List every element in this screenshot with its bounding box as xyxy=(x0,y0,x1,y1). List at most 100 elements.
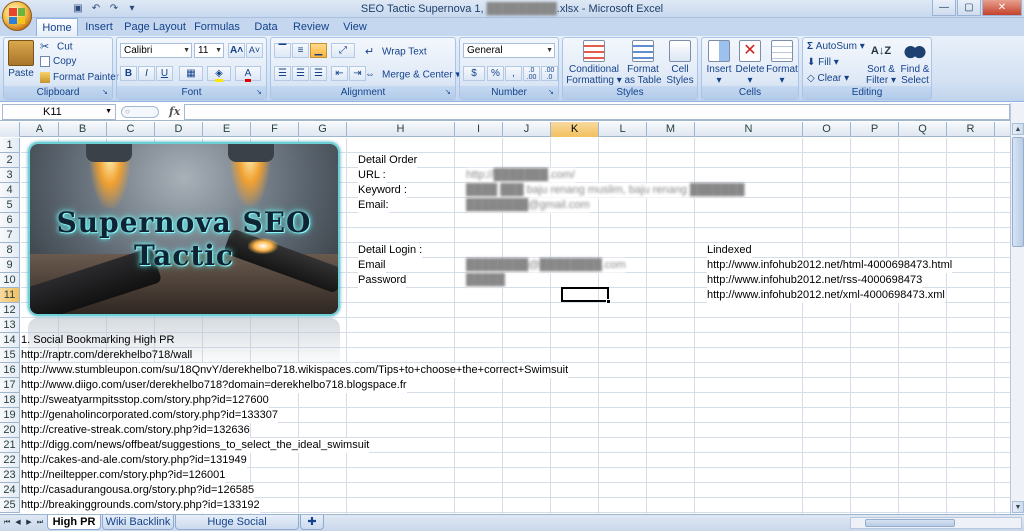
align-bottom-button[interactable]: ▁ xyxy=(310,43,327,58)
format-cells-button[interactable]: Format ▾ xyxy=(766,40,798,86)
chevron-down-icon[interactable]: ▼ xyxy=(105,105,112,119)
tab-data[interactable]: Data xyxy=(250,18,282,36)
sheet-tab-high-pr[interactable]: High PR xyxy=(47,515,101,530)
fill-handle[interactable] xyxy=(606,299,611,304)
font-name-select[interactable]: Calibri ▼ xyxy=(120,43,192,58)
align-middle-button[interactable]: ≡ xyxy=(292,43,309,58)
tab-home[interactable]: Home xyxy=(36,18,78,36)
copy-button[interactable]: Copy xyxy=(40,56,76,67)
row-header[interactable]: 12 xyxy=(0,303,20,318)
column-header[interactable]: N xyxy=(695,122,803,137)
align-right-button[interactable]: ☰ xyxy=(310,66,327,81)
column-header[interactable]: D xyxy=(155,122,203,137)
sheet-tab-huge-social-bookmarking[interactable]: Huge Social Bookmarking xyxy=(175,515,299,531)
column-header[interactable]: M xyxy=(647,122,695,137)
column-header[interactable]: G xyxy=(299,122,347,137)
fill-button[interactable]: ⬇ Fill ▾ xyxy=(807,57,839,68)
first-sheet-icon[interactable]: ⏮ xyxy=(2,517,12,529)
autosum-button[interactable]: Σ AutoSum ▾ xyxy=(807,41,865,52)
row-header[interactable]: 25 xyxy=(0,498,20,513)
row-header[interactable]: 6 xyxy=(0,213,20,228)
column-header[interactable]: K xyxy=(551,122,599,137)
column-header[interactable]: Q xyxy=(899,122,947,137)
align-left-button[interactable]: ☰ xyxy=(274,66,291,81)
row-header[interactable]: 7 xyxy=(0,228,20,243)
scroll-up-icon[interactable]: ▲ xyxy=(1012,123,1024,135)
increase-decimal-button[interactable]: .0 .00 xyxy=(523,66,540,81)
vertical-scroll-thumb[interactable] xyxy=(1012,137,1024,247)
scroll-down-icon[interactable]: ▼ xyxy=(1012,501,1024,513)
supernova-banner-image[interactable]: Supernova SEO Tactic xyxy=(28,142,340,316)
row-header[interactable]: 24 xyxy=(0,483,20,498)
row-header[interactable]: 3 xyxy=(0,168,20,183)
increase-indent-button[interactable]: ⇥ xyxy=(349,66,366,81)
sort-filter-button[interactable]: A↓Z Sort & Filter ▾ xyxy=(865,40,897,86)
row-header[interactable]: 8 xyxy=(0,243,20,258)
office-button[interactable] xyxy=(2,1,32,31)
delete-cells-button[interactable]: ✕ Delete ▾ xyxy=(734,40,766,86)
row-header[interactable]: 17 xyxy=(0,378,20,393)
row-header[interactable]: 1 xyxy=(0,138,20,153)
insert-function-button[interactable]: fx xyxy=(169,104,180,120)
horizontal-scrollbar[interactable] xyxy=(850,517,1022,529)
column-header[interactable]: I xyxy=(455,122,503,137)
column-header[interactable]: A xyxy=(21,122,59,137)
font-size-select[interactable]: 11 ▼ xyxy=(194,43,224,58)
horizontal-scroll-thumb[interactable] xyxy=(865,519,955,527)
select-all-button[interactable] xyxy=(0,122,20,137)
tab-formulas[interactable]: Formulas xyxy=(192,18,242,36)
minimize-button[interactable]: — xyxy=(932,0,956,16)
column-header[interactable]: B xyxy=(59,122,107,137)
underline-button[interactable]: U xyxy=(156,66,173,81)
borders-button[interactable]: ▦ xyxy=(179,66,203,81)
column-header[interactable]: O xyxy=(803,122,851,137)
active-cell-k11[interactable] xyxy=(561,287,611,304)
decrease-decimal-button[interactable]: .00 .0 xyxy=(541,66,558,81)
insert-sheet-button[interactable]: ✚ xyxy=(300,515,324,530)
sheet-tab-wiki-backlink[interactable]: Wiki Backlink xyxy=(102,515,174,530)
paste-button[interactable]: Paste xyxy=(6,40,36,79)
shrink-font-button[interactable]: A˅ xyxy=(246,43,263,58)
format-painter-button[interactable]: Format Painter xyxy=(40,72,119,83)
row-header[interactable]: 20 xyxy=(0,423,20,438)
row-header[interactable]: 19 xyxy=(0,408,20,423)
dialog-launcher-icon[interactable]: ↘ xyxy=(548,89,556,97)
percent-button[interactable]: % xyxy=(487,66,504,81)
clear-button[interactable]: ◇ Clear ▾ xyxy=(807,73,849,84)
dialog-launcher-icon[interactable]: ↘ xyxy=(256,89,264,97)
orientation-button[interactable]: ⤢ xyxy=(331,43,355,58)
conditional-formatting-button[interactable]: Conditional Formatting ▾ xyxy=(565,40,623,86)
italic-button[interactable]: I xyxy=(138,66,155,81)
align-top-button[interactable]: ▔ xyxy=(274,43,291,58)
wrap-text-button[interactable]: ↵ Wrap Text xyxy=(365,45,427,59)
row-header[interactable]: 10 xyxy=(0,273,20,288)
column-header[interactable]: F xyxy=(251,122,299,137)
cut-button[interactable]: ✂ Cut xyxy=(40,40,73,54)
tab-view[interactable]: View xyxy=(338,18,372,36)
dialog-launcher-icon[interactable]: ↘ xyxy=(445,89,453,97)
tab-insert[interactable]: Insert xyxy=(80,18,118,36)
number-format-select[interactable]: General ▼ xyxy=(463,43,555,58)
row-header[interactable]: 5 xyxy=(0,198,20,213)
name-box[interactable]: K11 ▼ xyxy=(2,104,116,120)
row-header[interactable]: 9 xyxy=(0,258,20,273)
row-header[interactable]: 18 xyxy=(0,393,20,408)
insert-cells-button[interactable]: Insert ▾ xyxy=(704,40,734,86)
grow-font-button[interactable]: A˄ xyxy=(228,43,245,58)
tab-review[interactable]: Review xyxy=(290,18,332,36)
prev-sheet-icon[interactable]: ◀ xyxy=(13,517,23,529)
close-button[interactable]: ✕ xyxy=(982,0,1022,16)
currency-button[interactable]: $ xyxy=(463,66,485,81)
column-header[interactable]: L xyxy=(599,122,647,137)
bold-button[interactable]: B xyxy=(120,66,137,81)
fill-color-button[interactable]: ◈ xyxy=(207,66,231,82)
last-sheet-icon[interactable]: ⏭ xyxy=(35,517,45,529)
formula-bar-resize-handle[interactable]: ○ xyxy=(121,106,159,118)
maximize-button[interactable]: ▢ xyxy=(957,0,981,16)
merge-center-button[interactable]: ⇔ Merge & Center ▾ xyxy=(365,68,460,82)
column-header[interactable]: P xyxy=(851,122,899,137)
row-header[interactable]: 21 xyxy=(0,438,20,453)
comma-button[interactable]: , xyxy=(505,66,522,81)
column-header[interactable]: C xyxy=(107,122,155,137)
tab-page-layout[interactable]: Page Layout xyxy=(124,18,186,36)
